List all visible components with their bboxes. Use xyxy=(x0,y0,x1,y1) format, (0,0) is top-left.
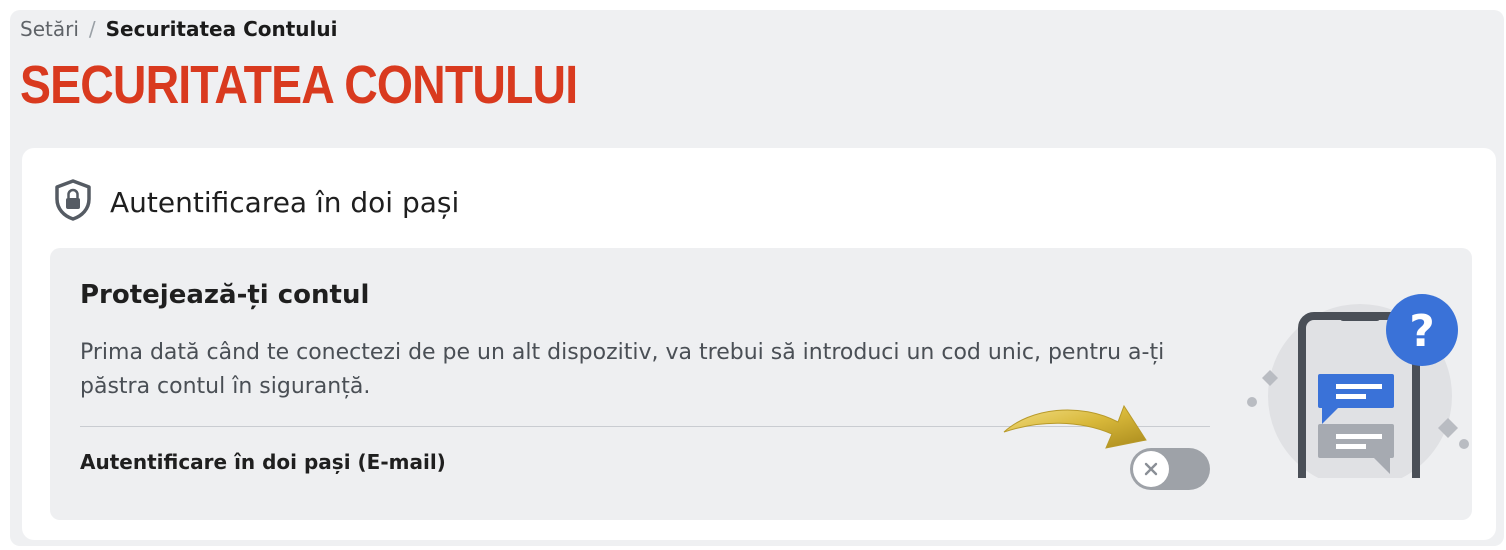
card-header: Autentificarea în doi pași xyxy=(52,178,459,226)
two-factor-email-label: Autentificare în doi pași (E-mail) xyxy=(80,450,446,474)
shield-lock-icon xyxy=(52,178,94,226)
question-mark: ? xyxy=(1409,306,1435,357)
page-title: SECURITATEA CONTULUI xyxy=(20,55,578,115)
breadcrumb-parent-link[interactable]: Setări xyxy=(20,17,79,41)
breadcrumb: Setări / Securitatea Contului xyxy=(20,16,337,42)
breadcrumb-separator: / xyxy=(88,17,96,41)
breadcrumb-current: Securitatea Contului xyxy=(105,17,338,41)
toggle-knob xyxy=(1133,451,1169,487)
phone-chat-question-icon: ? xyxy=(1247,294,1469,478)
card-title: Autentificarea în doi pași xyxy=(110,185,460,219)
protect-account-panel: Protejează-ți contul Prima dată când te … xyxy=(50,248,1472,520)
two-factor-card: Autentificarea în doi pași Protejează-ți… xyxy=(22,148,1496,540)
arrow-pointer-icon xyxy=(1003,404,1147,449)
close-icon xyxy=(1144,462,1158,476)
settings-page: Setări / Securitatea Contului SECURITATE… xyxy=(10,10,1504,546)
panel-title: Protejează-ți contul xyxy=(80,280,370,310)
two-factor-email-toggle[interactable] xyxy=(1130,448,1210,490)
